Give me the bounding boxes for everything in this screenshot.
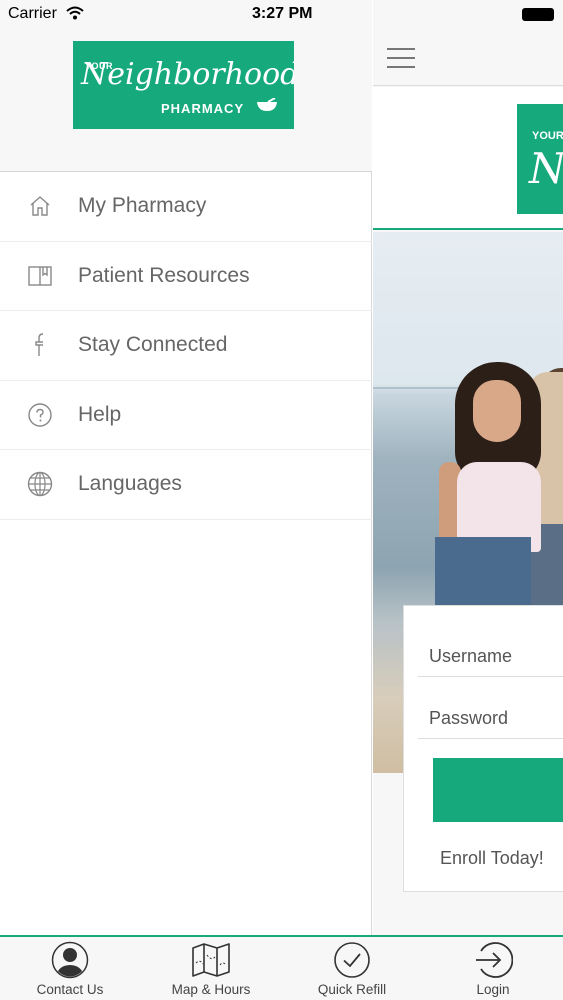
menu-item-patient-resources[interactable]: Patient Resources	[0, 242, 372, 311]
globe-icon	[27, 471, 53, 497]
navigation-bar	[373, 30, 563, 86]
banner-logo-script: N	[529, 144, 563, 193]
menu-item-label: Languages	[78, 472, 182, 496]
home-icon	[27, 193, 53, 219]
tab-quick-refill[interactable]: Quick Refill	[282, 937, 422, 1000]
tab-label: Contact Us	[36, 982, 104, 997]
login-arrow-icon	[473, 941, 513, 979]
tab-label: Login	[476, 982, 510, 997]
password-field[interactable]: Password	[418, 678, 563, 739]
tab-login[interactable]: Login	[423, 937, 563, 1000]
menu-item-label: Patient Resources	[78, 263, 250, 287]
username-placeholder: Username	[429, 646, 513, 666]
book-icon	[27, 263, 53, 289]
tab-bar: Contact Us Map & Hours Quick Refill Logi…	[0, 935, 563, 1000]
hamburger-menu-icon[interactable]	[387, 48, 415, 68]
person-icon	[50, 941, 90, 979]
question-icon	[27, 402, 53, 428]
facebook-icon	[27, 332, 53, 358]
map-icon	[191, 941, 231, 979]
banner-logo-your: YOUR	[532, 130, 563, 142]
pharmacy-logo: YOUR Neighborhood PHARMACY	[73, 41, 294, 129]
clock: 3:27 PM	[252, 5, 313, 22]
main-panel: YOUR N Username Password Enroll Today!	[373, 0, 563, 935]
enroll-link[interactable]: Enroll Today!	[440, 848, 544, 869]
menu-item-label: My Pharmacy	[78, 194, 207, 218]
carrier-label: Carrier	[8, 5, 57, 22]
menu-item-languages[interactable]: Languages	[0, 450, 372, 520]
password-placeholder: Password	[429, 708, 509, 728]
menu-item-my-pharmacy[interactable]: My Pharmacy	[0, 172, 372, 242]
side-drawer: YOUR Neighborhood PHARMACY My Pharmacy P…	[0, 0, 372, 935]
mortar-icon	[256, 97, 278, 117]
wifi-icon	[66, 6, 84, 25]
login-button[interactable]	[433, 758, 563, 822]
drawer-menu: My Pharmacy Patient Resources Stay Conne…	[0, 172, 372, 520]
banner-logo: YOUR N	[517, 104, 563, 214]
battery-icon	[522, 8, 554, 21]
username-field[interactable]: Username	[418, 616, 563, 677]
tab-label: Map & Hours	[171, 982, 251, 997]
logo-script: Neighborhood	[81, 57, 294, 92]
logo-pharmacy: PHARMACY	[161, 101, 245, 116]
menu-item-label: Stay Connected	[78, 333, 228, 357]
tab-map-hours[interactable]: Map & Hours	[141, 937, 281, 1000]
status-bar: Carrier 3:27 PM	[0, 0, 563, 30]
menu-item-stay-connected[interactable]: Stay Connected	[0, 311, 372, 381]
header-banner: YOUR N	[373, 87, 563, 230]
menu-item-label: Help	[78, 402, 122, 426]
tab-contact-us[interactable]: Contact Us	[0, 937, 140, 1000]
tab-label: Quick Refill	[317, 982, 387, 997]
check-circle-icon	[332, 941, 372, 979]
menu-item-help[interactable]: Help	[0, 381, 372, 450]
login-card: Username Password Enroll Today!	[403, 605, 563, 892]
